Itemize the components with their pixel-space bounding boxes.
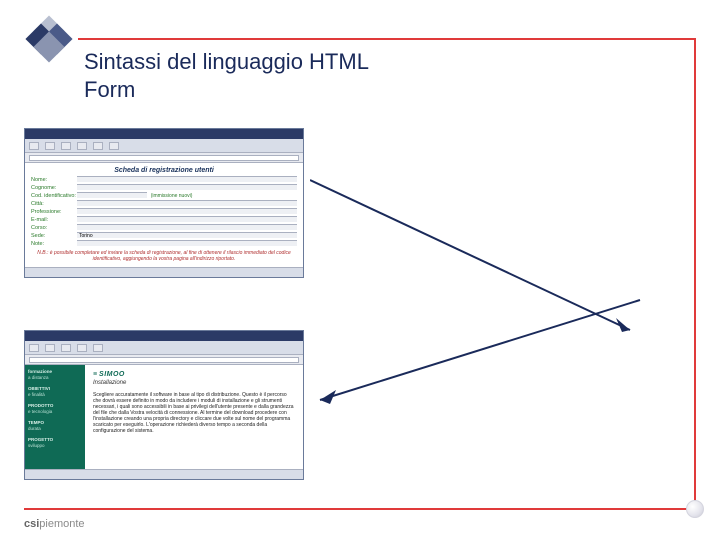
label-citta: Città: bbox=[31, 201, 77, 207]
frame-right-line bbox=[694, 38, 696, 510]
status-bar bbox=[25, 469, 303, 479]
address-bar bbox=[25, 153, 303, 163]
csi-logo-icon bbox=[24, 12, 72, 60]
arrow-bottom bbox=[310, 290, 650, 420]
input-note bbox=[77, 240, 297, 247]
toolbar-button bbox=[29, 142, 39, 150]
status-bar bbox=[25, 267, 303, 277]
label-cognome: Cognome: bbox=[31, 185, 77, 191]
side-h1: formazione bbox=[28, 369, 82, 374]
input-citta bbox=[77, 200, 297, 207]
toolbar-button bbox=[45, 142, 55, 150]
side-item2-s: e tecnologia bbox=[28, 409, 82, 414]
toolbar-button bbox=[29, 344, 39, 352]
window-titlebar bbox=[25, 129, 303, 139]
footer-logo: csipiemonte bbox=[24, 518, 85, 530]
label-nome: Nome: bbox=[31, 177, 77, 183]
install-main: ≡ SIMOO Installazione Scegliere accurata… bbox=[85, 365, 303, 469]
toolbar-button bbox=[93, 142, 103, 150]
window-titlebar bbox=[25, 331, 303, 341]
title-line-1: Sintassi del linguaggio HTML bbox=[84, 49, 369, 74]
label-cod: Cod. identificativo: bbox=[31, 193, 77, 199]
slide-title: Sintassi del linguaggio HTML Form bbox=[84, 48, 369, 104]
form-heading: Scheda di registrazione utenti bbox=[25, 167, 303, 174]
side-item1-h: OBIETTIVI bbox=[28, 386, 82, 391]
footer-logo-rest: piemonte bbox=[39, 518, 84, 530]
side-item4-s: sviluppo bbox=[28, 443, 82, 448]
input-cod bbox=[77, 192, 147, 199]
toolbar-button bbox=[77, 142, 87, 150]
input-professione bbox=[77, 208, 297, 215]
hint-cod: (immissione nuovi) bbox=[151, 193, 193, 199]
frame-bottom-line bbox=[24, 508, 696, 510]
address-field bbox=[29, 357, 299, 363]
toolbar-button bbox=[93, 344, 103, 352]
install-subtitle: Installazione bbox=[93, 380, 295, 386]
install-paragraph: Scegliere accuratamente il software in b… bbox=[93, 392, 295, 434]
input-nome bbox=[77, 176, 297, 183]
input-email bbox=[77, 216, 297, 223]
browser-toolbar bbox=[25, 139, 303, 153]
label-professione: Professione: bbox=[31, 209, 77, 215]
sidebar: formazionea distanza OBIETTIVIe finalità… bbox=[25, 365, 85, 469]
label-note: Note: bbox=[31, 241, 77, 247]
address-field bbox=[29, 155, 299, 161]
screenshot-install-pane: formazionea distanza OBIETTIVIe finalità… bbox=[24, 330, 304, 480]
product-logo-text: SIMOO bbox=[99, 371, 125, 378]
label-email: E-mail: bbox=[31, 217, 77, 223]
toolbar-button bbox=[61, 142, 71, 150]
toolbar-button bbox=[77, 344, 87, 352]
product-logo: ≡ SIMOO bbox=[93, 371, 295, 378]
toolbar-button bbox=[45, 344, 55, 352]
slide-root: Sintassi del linguaggio HTML Form Scheda… bbox=[0, 0, 720, 540]
screenshot-form-pane: Scheda di registrazione utenti Nome: Cog… bbox=[24, 128, 304, 278]
select-sede: Torino bbox=[77, 232, 297, 239]
title-line-2: Form bbox=[84, 76, 369, 104]
side-item3-s: durata bbox=[28, 426, 82, 431]
side-item3-h: TEMPO bbox=[28, 420, 82, 425]
side-s1: a distanza bbox=[28, 375, 82, 380]
toolbar-button bbox=[61, 344, 71, 352]
label-corso: Corso: bbox=[31, 225, 77, 231]
form-note-text: N.B.: è possibile completare ed inviare … bbox=[25, 248, 303, 264]
side-item4-h: PROGETTO bbox=[28, 437, 82, 442]
frame-top-line bbox=[78, 38, 696, 40]
form-content: Scheda di registrazione utenti Nome: Cog… bbox=[25, 163, 303, 267]
toolbar-button bbox=[109, 142, 119, 150]
input-cognome bbox=[77, 184, 297, 191]
footer-logo-bold: csi bbox=[24, 518, 39, 530]
label-sede: Sede: bbox=[31, 233, 77, 239]
browser-toolbar bbox=[25, 341, 303, 355]
address-bar bbox=[25, 355, 303, 365]
frame-corner-circle bbox=[686, 500, 704, 518]
input-corso bbox=[77, 224, 297, 231]
side-item2-h: PRODOTTO bbox=[28, 403, 82, 408]
install-content: formazionea distanza OBIETTIVIe finalità… bbox=[25, 365, 303, 469]
side-item1-s: e finalità bbox=[28, 392, 82, 397]
